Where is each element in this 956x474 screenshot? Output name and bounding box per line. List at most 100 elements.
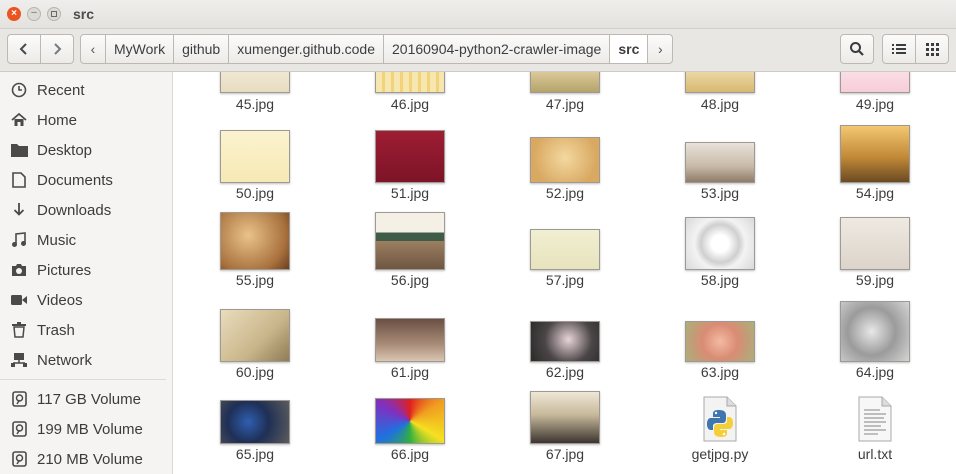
file-name: getjpg.py bbox=[691, 446, 749, 462]
file-grid: 45.jpg 46.jpg 47.jpg 48.jpg 49.jpg 50.jp… bbox=[173, 72, 956, 474]
file-name: 46.jpg bbox=[390, 96, 430, 112]
window-title: src bbox=[73, 6, 95, 22]
title-bar: × – src bbox=[0, 0, 956, 29]
sidebar-item-210mb-volume[interactable]: 210 MB Volume bbox=[0, 444, 172, 474]
file-item[interactable]: 54.jpg bbox=[815, 125, 935, 218]
sidebar-item-label: 117 GB Volume bbox=[37, 390, 141, 408]
grid-view-button[interactable] bbox=[915, 34, 949, 64]
file-name: 66.jpg bbox=[390, 446, 430, 462]
sidebar-item-desktop[interactable]: Desktop bbox=[0, 135, 172, 165]
image-thumbnail bbox=[840, 217, 910, 270]
image-thumbnail bbox=[840, 301, 910, 362]
file-item[interactable]: 52.jpg bbox=[505, 128, 625, 218]
file-item[interactable]: 63.jpg bbox=[660, 304, 780, 394]
file-name: 65.jpg bbox=[235, 446, 275, 462]
file-item[interactable]: 57.jpg bbox=[505, 214, 625, 304]
maximize-window-button[interactable] bbox=[47, 7, 61, 21]
file-item[interactable]: 67.jpg bbox=[505, 388, 625, 474]
file-name: 59.jpg bbox=[855, 272, 895, 288]
image-thumbnail bbox=[220, 212, 290, 270]
file-item[interactable]: 62.jpg bbox=[505, 304, 625, 394]
file-item[interactable]: 64.jpg bbox=[815, 301, 935, 394]
search-button[interactable] bbox=[840, 34, 874, 64]
camera-icon bbox=[10, 263, 28, 277]
image-thumbnail bbox=[375, 318, 445, 362]
file-item[interactable]: 55.jpg bbox=[195, 212, 315, 304]
sidebar-item-label: Trash bbox=[37, 321, 75, 339]
file-item[interactable]: url.txt bbox=[815, 388, 935, 474]
sidebar-item-pictures[interactable]: Pictures bbox=[0, 255, 172, 285]
image-thumbnail bbox=[685, 72, 755, 93]
image-thumbnail bbox=[220, 130, 290, 183]
breadcrumb: ‹ MyWork github xumenger.github.code 201… bbox=[80, 34, 674, 64]
file-item[interactable]: 50.jpg bbox=[195, 128, 315, 218]
search-icon bbox=[850, 42, 864, 56]
file-name: 62.jpg bbox=[545, 364, 585, 380]
file-item[interactable]: 56.jpg bbox=[350, 212, 470, 304]
sidebar-item-trash[interactable]: Trash bbox=[0, 315, 172, 345]
sidebar-item-recent[interactable]: Recent bbox=[0, 75, 172, 105]
sidebar-item-home[interactable]: Home bbox=[0, 105, 172, 135]
file-item[interactable]: 58.jpg bbox=[660, 214, 780, 304]
sidebar-item-downloads[interactable]: Downloads bbox=[0, 195, 172, 225]
file-name: 45.jpg bbox=[235, 96, 275, 112]
forward-button[interactable] bbox=[40, 34, 74, 64]
sidebar-item-label: 210 MB Volume bbox=[37, 450, 143, 468]
home-icon bbox=[10, 112, 28, 128]
folder-icon bbox=[10, 143, 28, 157]
sidebar-item-label: Downloads bbox=[37, 201, 112, 219]
file-name: 47.jpg bbox=[545, 96, 585, 112]
breadcrumb-scroll-right-button[interactable]: › bbox=[647, 34, 674, 64]
sidebar-item-199mb-volume[interactable]: 199 MB Volume bbox=[0, 414, 172, 444]
drive-icon bbox=[10, 451, 28, 467]
file-item[interactable]: 66.jpg bbox=[350, 388, 470, 474]
breadcrumb-item-xumenger-github-code[interactable]: xumenger.github.code bbox=[228, 34, 384, 64]
file-item[interactable]: 60.jpg bbox=[195, 304, 315, 394]
chevron-right-icon bbox=[54, 43, 62, 55]
sidebar-item-label: Videos bbox=[37, 291, 83, 309]
image-thumbnail bbox=[530, 229, 600, 270]
image-thumbnail bbox=[840, 125, 910, 183]
breadcrumb-scroll-left-button[interactable]: ‹ bbox=[80, 34, 106, 64]
download-icon bbox=[10, 202, 28, 218]
image-thumbnail bbox=[685, 217, 755, 270]
sidebar-item-label: Desktop bbox=[37, 141, 93, 159]
file-item[interactable]: getjpg.py bbox=[660, 388, 780, 474]
sidebar-item-label: Recent bbox=[37, 81, 85, 99]
list-view-button[interactable] bbox=[882, 34, 916, 64]
file-name: 64.jpg bbox=[855, 364, 895, 380]
breadcrumb-item-src[interactable]: src bbox=[609, 34, 649, 64]
file-name: url.txt bbox=[857, 446, 893, 462]
file-name: 61.jpg bbox=[390, 364, 430, 380]
file-item[interactable]: 51.jpg bbox=[350, 128, 470, 218]
file-name: 58.jpg bbox=[700, 272, 740, 288]
file-name: 60.jpg bbox=[235, 364, 275, 380]
document-icon bbox=[10, 172, 28, 188]
sidebar-item-documents[interactable]: Documents bbox=[0, 165, 172, 195]
file-name: 63.jpg bbox=[700, 364, 740, 380]
file-item[interactable]: 59.jpg bbox=[815, 214, 935, 304]
sidebar-item-music[interactable]: Music bbox=[0, 225, 172, 255]
sidebar-item-117gb-volume[interactable]: 117 GB Volume bbox=[0, 384, 172, 414]
breadcrumb-item-crawler-image[interactable]: 20160904-python2-crawler-image bbox=[383, 34, 611, 64]
close-window-button[interactable]: × bbox=[7, 7, 21, 21]
file-name: 53.jpg bbox=[700, 185, 740, 201]
file-item[interactable]: 53.jpg bbox=[660, 128, 780, 218]
file-name: 67.jpg bbox=[545, 446, 585, 462]
minimize-window-button[interactable]: – bbox=[27, 7, 41, 21]
file-item[interactable]: 61.jpg bbox=[350, 304, 470, 394]
image-thumbnail bbox=[375, 398, 445, 444]
sidebar-item-videos[interactable]: Videos bbox=[0, 285, 172, 315]
image-thumbnail bbox=[530, 137, 600, 183]
video-icon bbox=[10, 294, 28, 306]
sidebar-item-network[interactable]: Network bbox=[0, 345, 172, 375]
sidebar-item-label: Documents bbox=[37, 171, 113, 189]
breadcrumb-item-mywork[interactable]: MyWork bbox=[105, 34, 175, 64]
image-thumbnail bbox=[220, 400, 290, 444]
image-thumbnail bbox=[375, 72, 445, 93]
breadcrumb-item-github[interactable]: github bbox=[173, 34, 230, 64]
network-icon bbox=[10, 353, 28, 367]
file-item[interactable]: 65.jpg bbox=[195, 388, 315, 474]
back-button[interactable] bbox=[7, 34, 41, 64]
file-name: 57.jpg bbox=[545, 272, 585, 288]
